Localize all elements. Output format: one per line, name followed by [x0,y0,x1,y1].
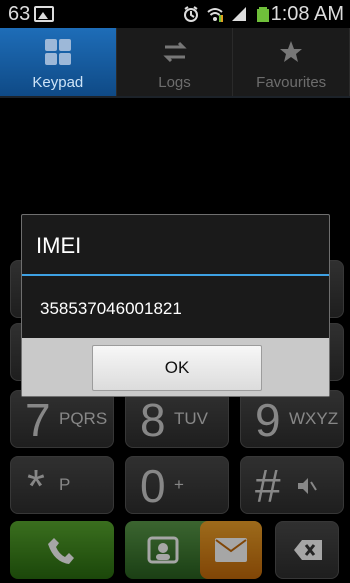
keypad-icon [44,39,71,65]
ok-button[interactable]: OK [92,345,262,391]
notification-count: 63 [8,3,31,25]
gallery-notification-icon [34,6,54,22]
alarm-icon [184,6,198,22]
logs-icon [162,41,187,63]
wifi-icon [207,8,223,22]
tab-logs[interactable]: Logs [117,28,234,96]
tab-favourites-label: Favourites [256,74,327,91]
tab-logs-label: Logs [158,74,191,91]
signal-icon [232,7,246,21]
imei-dialog: IMEI 358537046001821 OK [21,214,330,397]
clock-time: 1:08 AM [270,3,344,25]
imei-value: 358537046001821 [40,299,182,318]
dialog-footer: OK [22,338,329,396]
dialog-title: IMEI [36,233,82,258]
tab-keypad-label: Keypad [32,74,84,91]
dialer-tabs: Keypad Logs Favourites [0,28,350,98]
star-icon [280,41,303,62]
tab-favourites[interactable]: Favourites [233,28,350,96]
battery-icon [257,7,269,22]
status-bar: 63 1:08 AM [0,0,350,28]
status-icons [182,4,272,24]
dialog-title-divider [22,274,329,276]
tab-keypad[interactable]: Keypad [0,28,117,96]
